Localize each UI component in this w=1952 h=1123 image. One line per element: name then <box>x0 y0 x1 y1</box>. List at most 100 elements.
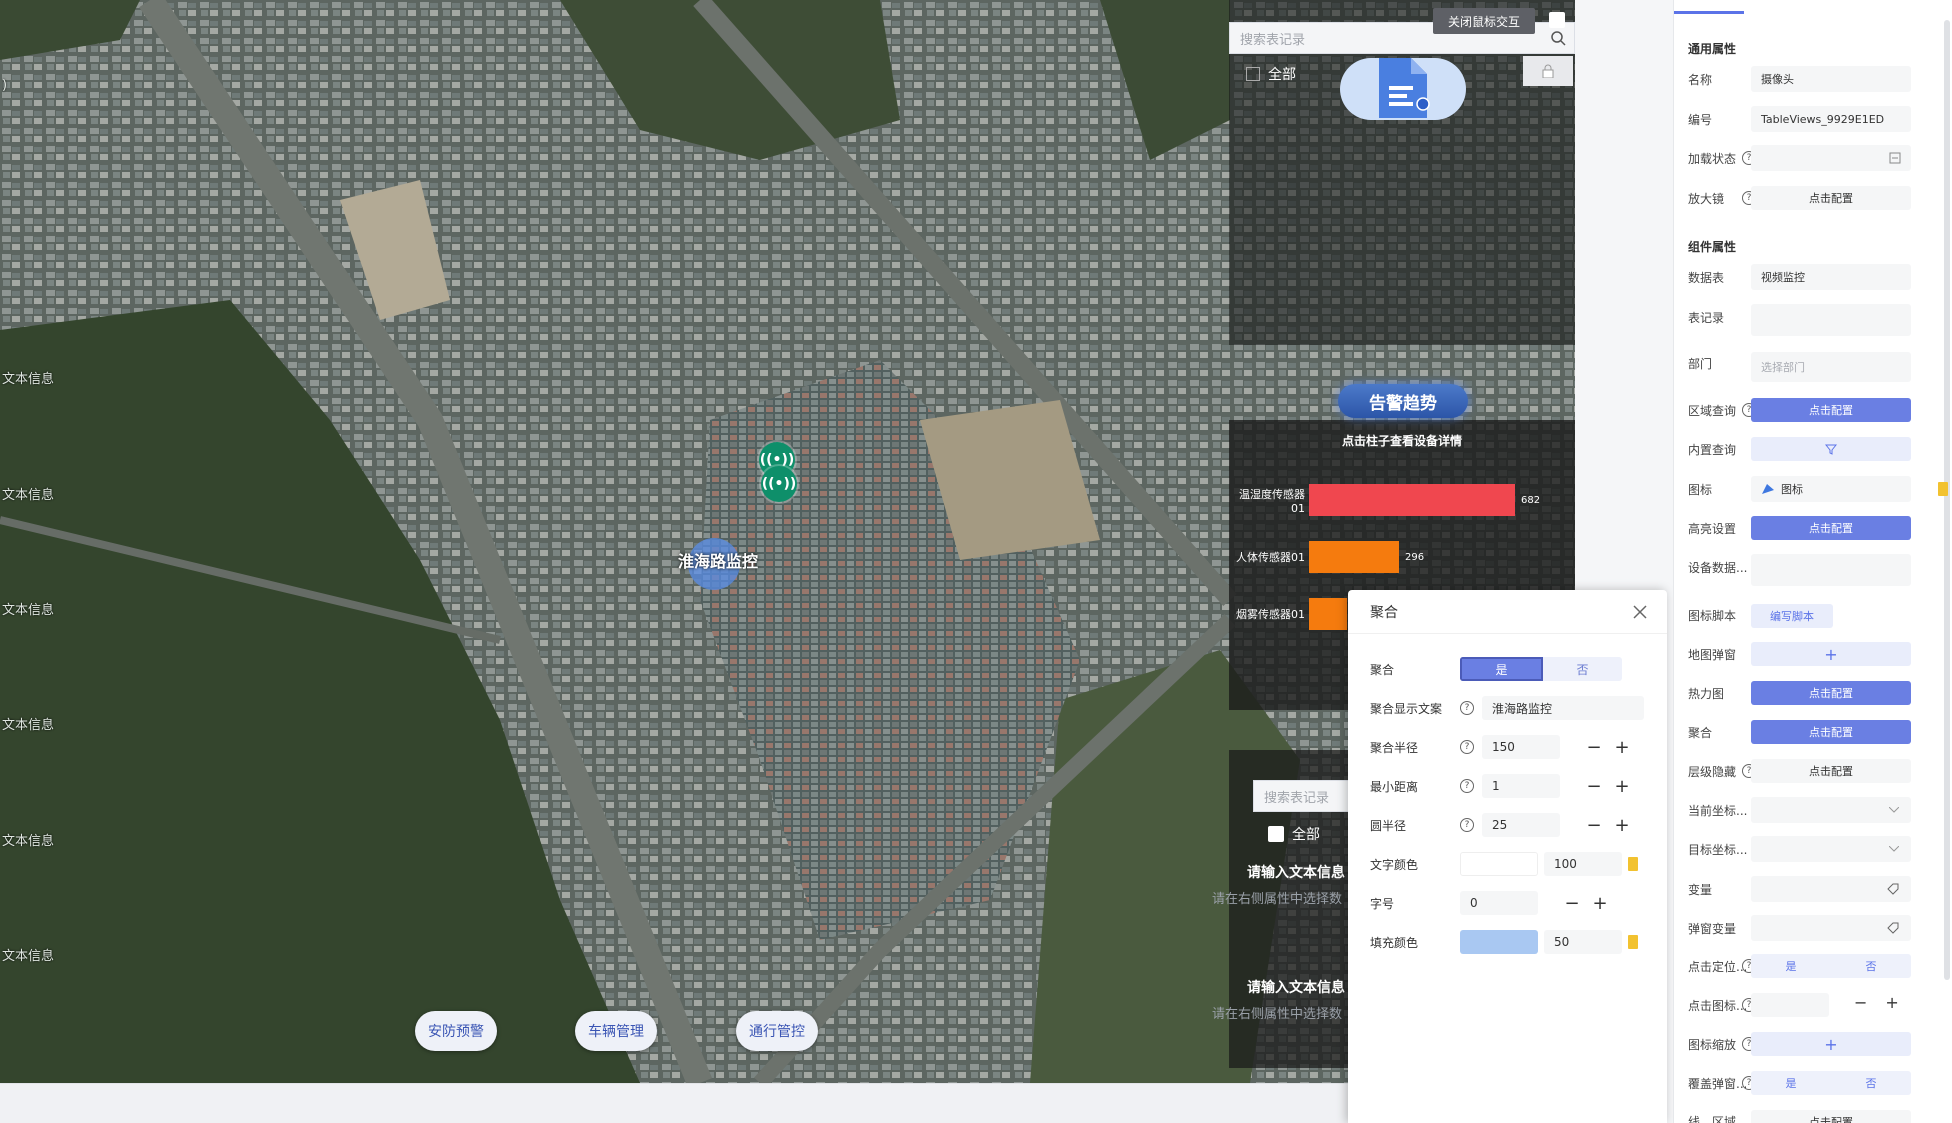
no-option[interactable]: 否 <box>1831 954 1911 978</box>
help-icon[interactable]: ? <box>1460 818 1474 832</box>
help-icon[interactable]: ? <box>1460 701 1474 715</box>
bar-category-label: 人体传感器01 <box>1236 551 1305 564</box>
map-text-label: 文本信息 <box>2 834 55 849</box>
current-coord-select[interactable] <box>1751 797 1911 823</box>
add-map-popup-button[interactable]: + <box>1751 642 1911 666</box>
bar-row[interactable]: 人体传感器01 296 <box>1229 541 1424 573</box>
id-input[interactable]: TableViews_9929E1ED <box>1751 106 1911 132</box>
increment-button[interactable]: + <box>1608 776 1636 797</box>
highlight-config-button[interactable]: 点击配置 <box>1751 516 1911 540</box>
text-color-swatch[interactable] <box>1460 852 1538 876</box>
text-opacity-input[interactable]: 100 <box>1544 852 1622 876</box>
cluster-config-button[interactable]: 点击配置 <box>1751 720 1911 744</box>
prop-label: 名称 <box>1688 72 1713 87</box>
select-all-checkbox-2[interactable]: 全部 <box>1268 824 1320 844</box>
prop-label: 点击图标... <box>1688 998 1746 1013</box>
tab-interaction[interactable] <box>1883 0 1952 14</box>
trash-icon[interactable] <box>1628 857 1638 871</box>
increment-button[interactable]: + <box>1608 815 1636 836</box>
yes-option[interactable]: 是 <box>1751 1071 1831 1095</box>
decrement-button[interactable]: − <box>1580 737 1608 758</box>
display-text-input[interactable]: 淮海路监控 <box>1482 696 1644 720</box>
bar[interactable] <box>1309 598 1347 630</box>
yes-option[interactable]: 是 <box>1751 954 1831 978</box>
prop-label: 当前坐标... <box>1688 803 1748 818</box>
min-distance-input[interactable]: 1 <box>1482 774 1560 798</box>
tag-icon <box>1887 883 1899 895</box>
tab-style[interactable] <box>1744 0 1814 14</box>
bar[interactable] <box>1309 484 1515 516</box>
circle-radius-input[interactable]: 25 <box>1482 813 1560 837</box>
variable-select[interactable] <box>1751 876 1911 902</box>
area-query-config-button[interactable]: 点击配置 <box>1751 398 1911 422</box>
add-icon-zoom-button[interactable]: + <box>1751 1032 1911 1056</box>
dept-select[interactable]: 选择部门 <box>1751 352 1911 382</box>
cluster-toggle-row: 聚合 是 否 <box>1370 656 1660 682</box>
no-option[interactable]: 否 <box>1543 657 1622 681</box>
field-label: 聚合 <box>1370 662 1395 677</box>
close-mouse-interaction-button[interactable]: 关闭鼠标交互 <box>1433 8 1535 34</box>
trash-icon[interactable] <box>1628 935 1638 949</box>
click-locate-toggle[interactable]: 是 否 <box>1751 954 1911 978</box>
tab-favorite[interactable] <box>1813 0 1883 14</box>
font-size-input[interactable]: 0 <box>1460 891 1538 915</box>
datatable-select[interactable]: 视频监控 <box>1751 264 1911 290</box>
bar-row[interactable]: 烟雾传感器01 <box>1229 598 1347 630</box>
line-area-config-button[interactable]: 点击配置 <box>1751 1110 1911 1123</box>
popup-variable-select[interactable] <box>1751 915 1911 941</box>
tab-properties[interactable] <box>1674 0 1744 14</box>
app-root: 文本信息 文本信息 文本信息 文本信息 文本信息 文本信息 ) ((•)) ((… <box>0 0 1952 1123</box>
nav-traffic-control-button[interactable]: 通行管控 <box>736 1011 818 1051</box>
fill-opacity-input[interactable]: 50 <box>1544 930 1622 954</box>
click-icon-input[interactable] <box>1751 993 1829 1017</box>
radius-input[interactable]: 150 <box>1482 735 1560 759</box>
radius-row: 聚合半径 ? 150 − + <box>1370 734 1660 760</box>
cover-popup-toggle[interactable]: 是 否 <box>1751 1071 1911 1095</box>
icon-picker[interactable]: 图标 <box>1751 476 1911 502</box>
increment-button[interactable]: + <box>1608 737 1636 758</box>
record-select[interactable] <box>1751 304 1911 336</box>
heatmap-config-button[interactable]: 点击配置 <box>1751 681 1911 705</box>
bar-row[interactable]: 温湿度传感器01 682 <box>1229 484 1540 516</box>
prop-label: 编号 <box>1688 112 1713 127</box>
checkbox[interactable] <box>1268 826 1284 842</box>
decrement-button[interactable]: − <box>1580 776 1608 797</box>
lock-icon[interactable] <box>1523 56 1573 86</box>
close-icon[interactable] <box>1633 604 1647 619</box>
help-icon[interactable]: ? <box>1460 740 1474 754</box>
camera-marker-icon[interactable]: ((•)) <box>761 466 797 502</box>
target-coord-select[interactable] <box>1751 836 1911 862</box>
field-label: 字号 <box>1370 896 1395 911</box>
decrement-button[interactable]: − <box>1580 815 1608 836</box>
min-distance-row: 最小距离 ? 1 − + <box>1370 773 1660 799</box>
properties-tabs <box>1674 0 1952 14</box>
layer-hide-config-button[interactable]: 点击配置 <box>1751 759 1911 783</box>
load-state-picker[interactable] <box>1751 145 1911 171</box>
magnifier-config-button[interactable]: 点击配置 <box>1751 186 1911 210</box>
fill-color-swatch[interactable] <box>1460 930 1538 954</box>
document-icon[interactable] <box>1375 56 1431 122</box>
write-script-button[interactable]: 编写脚本 <box>1751 604 1833 628</box>
scrollbar[interactable] <box>1944 20 1950 980</box>
checkbox[interactable] <box>1246 67 1260 81</box>
device-data-select[interactable] <box>1751 554 1911 586</box>
builtin-query-filter-button[interactable] <box>1751 437 1911 461</box>
cluster-toggle[interactable]: 是 否 <box>1460 657 1622 681</box>
no-option[interactable]: 否 <box>1831 1071 1911 1095</box>
prop-label: 高亮设置 <box>1688 521 1737 536</box>
decrement-button[interactable]: − <box>1854 993 1867 1012</box>
satellite-map[interactable]: 文本信息 文本信息 文本信息 文本信息 文本信息 文本信息 ) ((•)) ((… <box>0 0 1575 1083</box>
toggle-checkbox[interactable] <box>1549 12 1565 28</box>
increment-button[interactable]: + <box>1885 993 1898 1012</box>
name-input[interactable]: 摄像头 <box>1751 66 1911 92</box>
increment-button[interactable]: + <box>1586 893 1614 914</box>
nav-security-alert-button[interactable]: 安防预警 <box>415 1011 497 1051</box>
bar[interactable] <box>1309 541 1399 573</box>
nav-vehicle-management-button[interactable]: 车辆管理 <box>575 1011 657 1051</box>
help-icon[interactable]: ? <box>1460 779 1474 793</box>
prop-label: 点击定位... <box>1688 959 1746 974</box>
yes-option[interactable]: 是 <box>1460 657 1543 681</box>
decrement-button[interactable]: − <box>1558 893 1586 914</box>
trash-icon[interactable] <box>1938 482 1948 496</box>
select-all-checkbox[interactable]: 全部 <box>1246 64 1296 84</box>
